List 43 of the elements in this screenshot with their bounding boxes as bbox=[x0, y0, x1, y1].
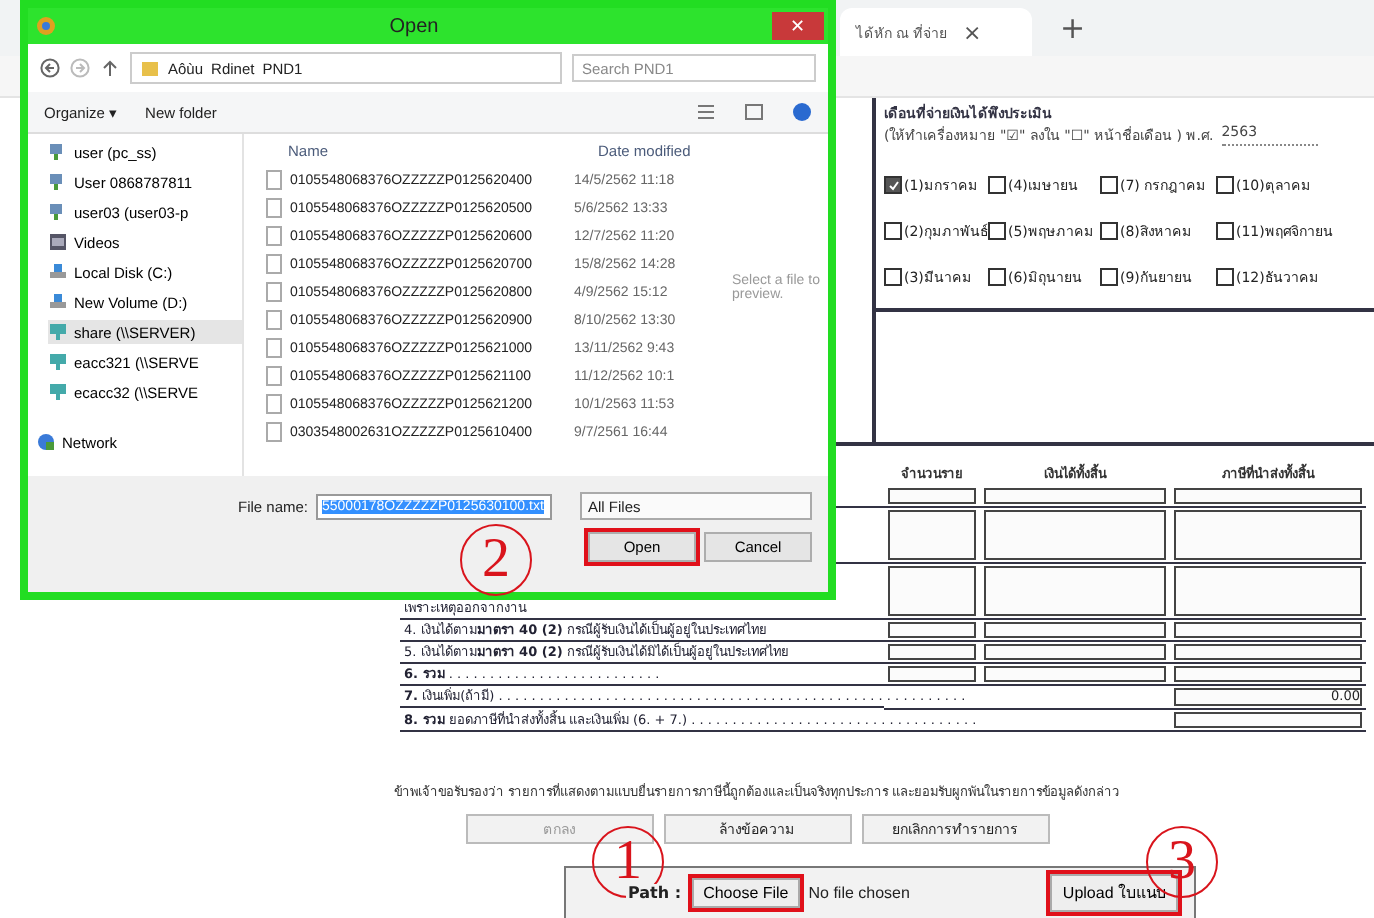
checkbox[interactable] bbox=[884, 176, 902, 194]
folder-icon bbox=[140, 58, 160, 78]
up-arrow-icon[interactable] bbox=[100, 58, 120, 78]
dialog-title: Open bbox=[387, 15, 441, 37]
preview-pane-icon[interactable] bbox=[744, 102, 764, 122]
disk-icon bbox=[48, 262, 68, 282]
tab-close-button[interactable]: × bbox=[962, 19, 982, 45]
file-status: No file chosen bbox=[808, 884, 912, 902]
checkbox[interactable] bbox=[988, 176, 1006, 194]
checkbox[interactable] bbox=[988, 268, 1006, 286]
network-drive-icon bbox=[48, 172, 68, 192]
network-share-icon bbox=[48, 382, 68, 402]
amount-cell bbox=[888, 622, 976, 638]
disk-icon bbox=[48, 292, 68, 312]
app-icon bbox=[36, 16, 56, 36]
checkbox[interactable] bbox=[1216, 176, 1234, 194]
video-folder-icon bbox=[48, 232, 68, 252]
checkbox[interactable] bbox=[1100, 222, 1118, 240]
path-label: Path : bbox=[626, 884, 684, 902]
network-share-icon bbox=[48, 352, 68, 372]
checkbox[interactable] bbox=[884, 268, 902, 286]
checkbox[interactable] bbox=[988, 222, 1006, 240]
checkbox[interactable] bbox=[1216, 268, 1234, 286]
close-button[interactable]: ✕ bbox=[772, 12, 824, 40]
checkbox[interactable] bbox=[1216, 222, 1234, 240]
checkbox[interactable] bbox=[884, 222, 902, 240]
network-drive-icon bbox=[48, 142, 68, 162]
amount-cell bbox=[888, 488, 976, 504]
choose-file-button[interactable]: Choose File bbox=[691, 878, 801, 908]
amount-cell bbox=[888, 510, 976, 560]
back-icon[interactable] bbox=[40, 58, 60, 78]
amount-cell bbox=[888, 566, 976, 616]
checkbox[interactable] bbox=[1100, 268, 1118, 286]
amount-cell bbox=[888, 644, 976, 660]
amount-cell bbox=[888, 666, 976, 682]
help-icon[interactable] bbox=[792, 102, 812, 122]
new-tab-button[interactable]: + bbox=[1060, 10, 1086, 46]
network-share-icon bbox=[48, 322, 68, 342]
step-number-annotation: 2 bbox=[460, 524, 532, 596]
network-icon bbox=[36, 432, 56, 452]
view-options-icon[interactable] bbox=[696, 102, 716, 122]
network-drive-icon bbox=[48, 202, 68, 222]
checkbox[interactable] bbox=[1100, 176, 1118, 194]
